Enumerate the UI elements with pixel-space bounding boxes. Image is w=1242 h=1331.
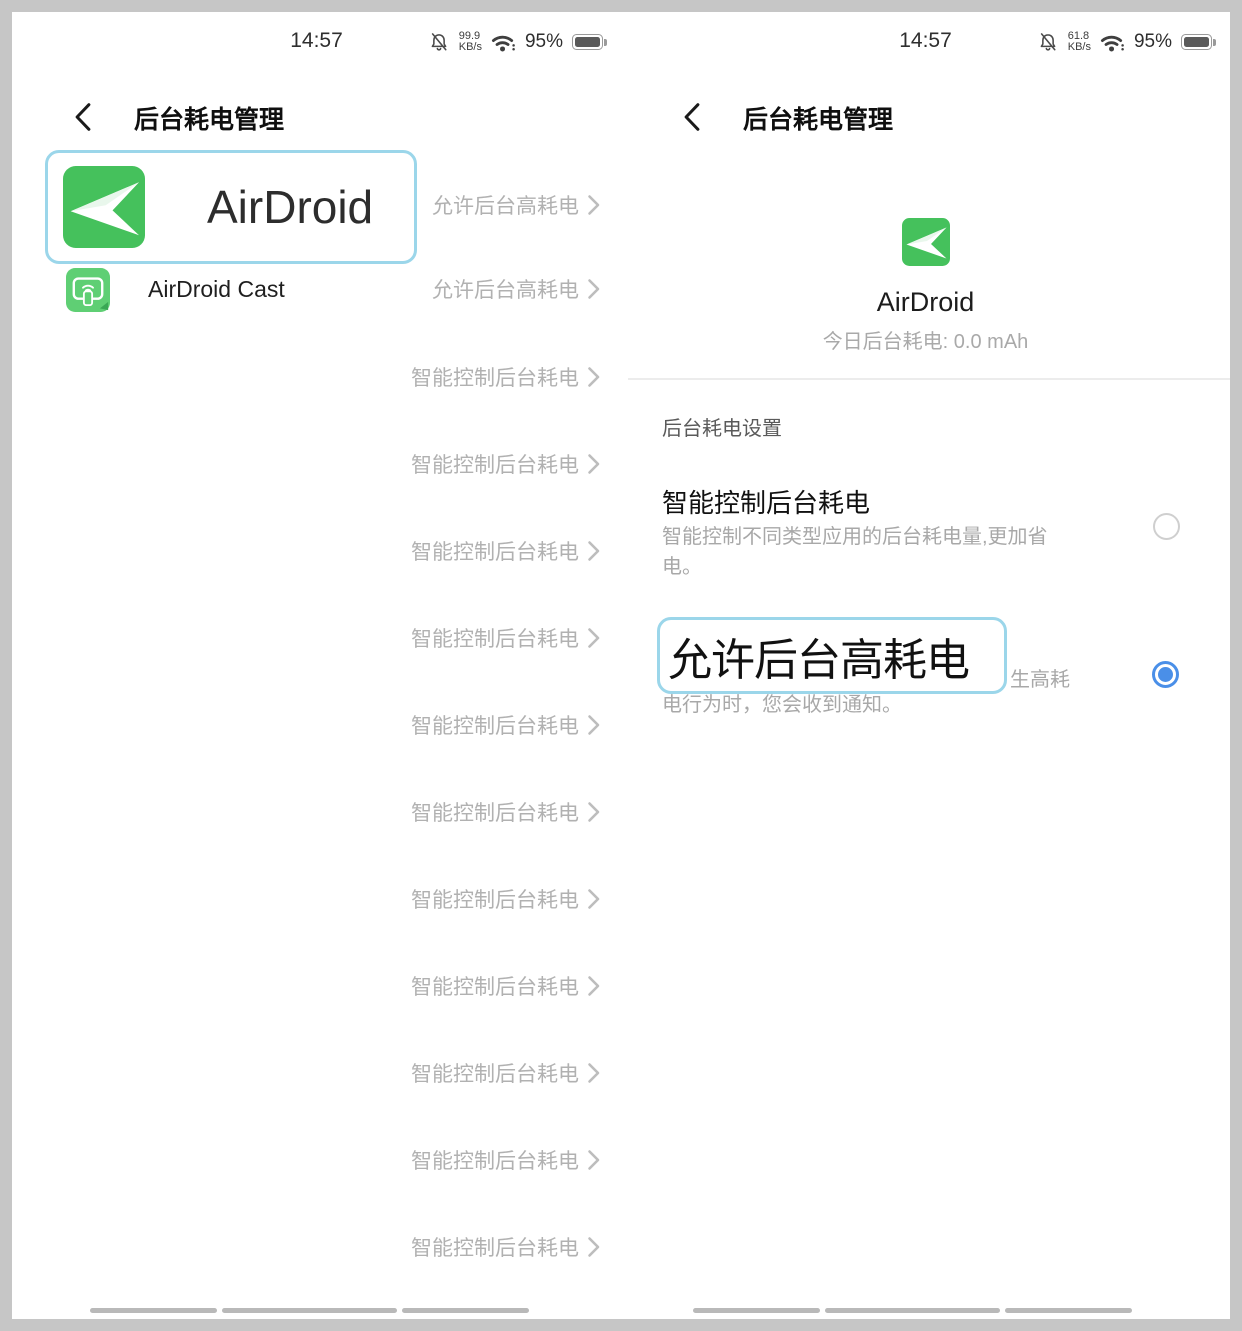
list-item[interactable]: 智能控制后台耗电 (12, 420, 621, 507)
list-item[interactable]: 智能控制后台耗电 (12, 768, 621, 855)
row-status-label: 智能控制后台耗电 (411, 797, 579, 827)
annotation-highlight-box: 允许后台高耗电 (657, 617, 1007, 694)
battery-icon (572, 34, 603, 50)
app-name: AirDroid (621, 287, 1230, 318)
chevron-right-icon (587, 888, 600, 910)
battery-percent: 95% (525, 31, 563, 53)
radio-smart-control-unselected[interactable] (1153, 513, 1180, 540)
option-smart-control-title[interactable]: 智能控制后台耗电 (662, 483, 870, 520)
chevron-right-icon (587, 801, 600, 823)
option-allow-desc-fragment: 生高耗 (1010, 663, 1070, 692)
row-status-label: 智能控制后台耗电 (411, 1232, 579, 1262)
status-bar: 14:57 99.9 KB/s 95% (12, 22, 621, 62)
list-item[interactable]: 智能控制后台耗电 (12, 507, 621, 594)
network-speed: 99.9 KB/s (459, 31, 482, 53)
radio-dot (1158, 667, 1173, 682)
page-title: 后台耗电管理 (743, 100, 893, 136)
list-item-airdroid-status[interactable]: 允许后台高耗电 (12, 189, 621, 221)
network-speed: 61.8 KB/s (1068, 31, 1091, 53)
airdroid-cast-app-icon (66, 268, 110, 312)
list-item[interactable]: 智能控制后台耗电 (12, 942, 621, 1029)
row-status-label: 智能控制后台耗电 (411, 1145, 579, 1175)
chevron-right-icon (587, 1062, 600, 1084)
status-icons: 99.9 KB/s 95% (420, 26, 603, 58)
notifications-off-icon (428, 31, 450, 53)
list-item-airdroid-cast[interactable]: AirDroid Cast 允许后台高耗电 (12, 268, 621, 312)
option-smart-control-desc: 电。 (662, 550, 702, 579)
app-status-label: 允许后台高耗电 (432, 190, 579, 220)
chevron-right-icon (587, 540, 600, 562)
chevron-right-icon (587, 714, 600, 736)
chevron-right-icon (587, 975, 600, 997)
chevron-right-icon (587, 194, 600, 216)
list-item[interactable]: 智能控制后台耗电 (12, 1203, 621, 1290)
app-status: 允许后台高耗电 (312, 274, 621, 304)
left-screen-app-list: 14:57 99.9 KB/s 95% 后台耗电管理 (12, 12, 621, 1319)
wifi-icon (1100, 33, 1125, 52)
row-status-label: 智能控制后台耗电 (411, 710, 579, 740)
chevron-right-icon (587, 366, 600, 388)
status-icons: 61.8 KB/s 95% (1029, 26, 1212, 58)
chevron-right-icon (587, 1236, 600, 1258)
row-status-label: 智能控制后台耗电 (411, 449, 579, 479)
nav-bar-handle[interactable] (402, 1308, 529, 1313)
split-screens: 14:57 99.9 KB/s 95% 后台耗电管理 (12, 12, 1230, 1319)
row-status-label: 智能控制后台耗电 (411, 971, 579, 1001)
network-speed-unit: KB/s (459, 42, 482, 53)
chevron-right-icon (587, 453, 600, 475)
page-header: 后台耗电管理 (621, 98, 1230, 136)
row-status-label: 智能控制后台耗电 (411, 1058, 579, 1088)
chevron-right-icon (587, 1149, 600, 1171)
screenshot-frame: 14:57 99.9 KB/s 95% 后台耗电管理 (0, 0, 1242, 1331)
app-list: 智能控制后台耗电 智能控制后台耗电 智能控制后台耗电 智能控制后台耗电 智能控制… (12, 333, 621, 1290)
app-status-label: 允许后台高耗电 (432, 274, 579, 304)
nav-bar-handle[interactable] (90, 1308, 217, 1313)
list-item[interactable]: 智能控制后台耗电 (12, 594, 621, 681)
airdroid-app-icon (902, 218, 950, 266)
divider (628, 378, 1230, 380)
chevron-right-icon (587, 278, 600, 300)
wifi-icon (491, 33, 516, 52)
list-item[interactable]: 智能控制后台耗电 (12, 1029, 621, 1116)
row-status-label: 智能控制后台耗电 (411, 362, 579, 392)
notifications-off-icon (1037, 31, 1059, 53)
chevron-right-icon (587, 627, 600, 649)
page-title: 后台耗电管理 (134, 100, 284, 136)
battery-percent: 95% (1134, 31, 1172, 53)
list-item[interactable]: 智能控制后台耗电 (12, 1116, 621, 1203)
back-button[interactable] (683, 102, 701, 132)
navigation-gesture-bars (693, 1308, 1132, 1313)
app-name: AirDroid Cast (148, 276, 285, 303)
nav-bar-handle[interactable] (693, 1308, 820, 1313)
nav-bar-handle[interactable] (222, 1308, 397, 1313)
option-smart-control-desc: 智能控制不同类型应用的后台耗电量,更加省 (662, 520, 1048, 549)
nav-bar-handle[interactable] (1005, 1308, 1132, 1313)
right-screen-app-detail: 14:57 61.8 KB/s 95% 后台耗电管理 AirDroid (621, 12, 1230, 1319)
page-header: 后台耗电管理 (12, 98, 621, 136)
battery-icon (1181, 34, 1212, 50)
list-item[interactable]: 智能控制后台耗电 (12, 333, 621, 420)
today-usage-label: 今日后台耗电: 0.0 mAh (621, 325, 1230, 354)
row-status-label: 智能控制后台耗电 (411, 623, 579, 653)
radio-allow-selected[interactable] (1152, 661, 1179, 688)
nav-bar-handle[interactable] (825, 1308, 1000, 1313)
network-speed-unit: KB/s (1068, 42, 1091, 53)
section-label: 后台耗电设置 (662, 412, 782, 441)
option-allow-title[interactable]: 允许后台高耗电 (668, 624, 969, 688)
navigation-gesture-bars (90, 1308, 529, 1313)
back-button[interactable] (74, 102, 92, 132)
list-item[interactable]: 智能控制后台耗电 (12, 681, 621, 768)
row-status-label: 智能控制后台耗电 (411, 884, 579, 914)
row-status-label: 智能控制后台耗电 (411, 536, 579, 566)
status-bar: 14:57 61.8 KB/s 95% (621, 22, 1230, 62)
list-item[interactable]: 智能控制后台耗电 (12, 855, 621, 942)
